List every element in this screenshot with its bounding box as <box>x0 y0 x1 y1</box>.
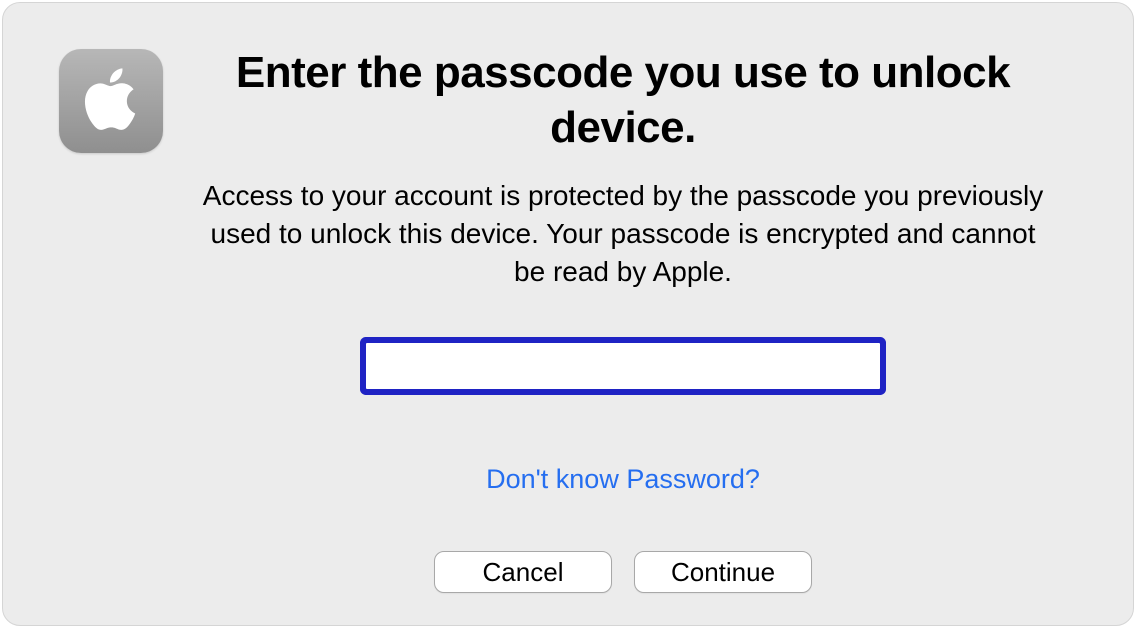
dialog-button-row: Cancel Continue <box>434 551 812 593</box>
apple-logo-badge <box>59 49 163 153</box>
dont-know-password-link[interactable]: Don't know Password? <box>486 464 760 495</box>
dialog-icon-column <box>53 47 163 585</box>
passcode-input-wrap <box>365 342 881 390</box>
dialog-title: Enter the passcode you use to unlock dev… <box>173 45 1073 155</box>
passcode-input[interactable] <box>365 342 881 390</box>
continue-button[interactable]: Continue <box>634 551 812 593</box>
passcode-dialog: Enter the passcode you use to unlock dev… <box>2 2 1134 626</box>
dialog-subtitle: Access to your account is protected by t… <box>193 177 1053 290</box>
dialog-content: Enter the passcode you use to unlock dev… <box>163 47 1083 585</box>
apple-logo-icon <box>80 62 142 141</box>
cancel-button[interactable]: Cancel <box>434 551 612 593</box>
